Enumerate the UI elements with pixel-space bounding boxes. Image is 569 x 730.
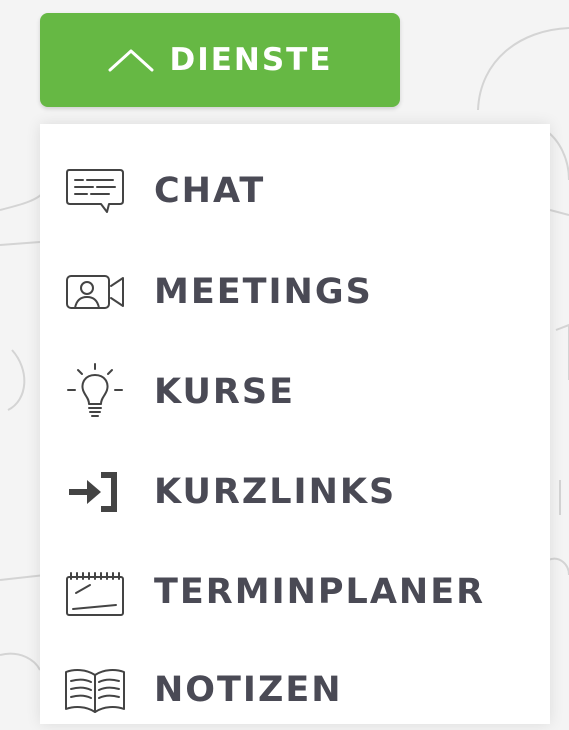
menu-item-notizen[interactable]: NOTIZEN — [60, 650, 540, 730]
dienste-button[interactable]: DIENSTE — [40, 13, 400, 107]
menu-item-label: TERMINPLANER — [154, 572, 486, 612]
menu-item-label: NOTIZEN — [154, 670, 343, 710]
menu-item-kurse[interactable]: KURSE — [60, 352, 540, 432]
lightbulb-icon — [60, 361, 130, 423]
calendar-icon — [60, 561, 130, 623]
menu-item-terminplaner[interactable]: TERMINPLANER — [60, 552, 540, 632]
book-icon — [60, 659, 130, 721]
menu-item-label: KURSE — [154, 372, 295, 412]
link-arrow-icon — [60, 461, 130, 523]
menu-item-label: MEETINGS — [154, 272, 373, 312]
chevron-up-icon — [107, 47, 155, 73]
chat-icon — [60, 160, 130, 222]
dienste-label: DIENSTE — [169, 42, 333, 78]
services-dropdown-menu: CHAT MEETINGS KURSE KURZLINKS TERMINPLAN… — [40, 124, 550, 724]
menu-item-label: KURZLINKS — [154, 472, 397, 512]
menu-item-kurzlinks[interactable]: KURZLINKS — [60, 452, 540, 532]
video-meeting-icon — [60, 261, 130, 323]
menu-item-chat[interactable]: CHAT — [60, 151, 540, 231]
menu-item-label: CHAT — [154, 171, 266, 211]
menu-item-meetings[interactable]: MEETINGS — [60, 252, 540, 332]
